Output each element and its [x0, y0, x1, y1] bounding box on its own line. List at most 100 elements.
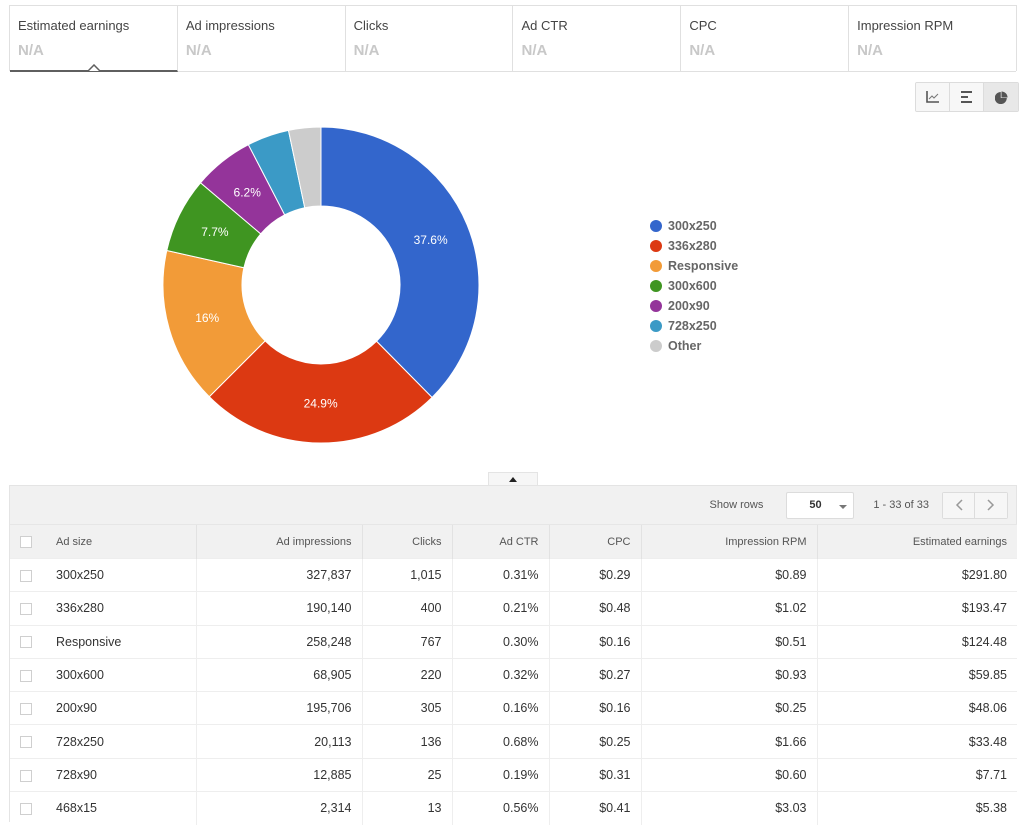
table-row[interactable]: 200x90 195,706 305 0.16% $0.16 $0.25 $48.06 — [10, 691, 1017, 725]
row-checkbox[interactable] — [20, 636, 32, 649]
legend-item[interactable]: Responsive — [650, 256, 738, 276]
active-caret-icon — [88, 64, 100, 72]
column-header-ad-size[interactable]: Ad size — [46, 524, 196, 559]
slice-label: 37.6% — [414, 233, 448, 247]
legend-item[interactable]: 300x250 — [650, 216, 738, 236]
row-select-cell — [10, 557, 46, 592]
metric-value: N/A — [689, 42, 716, 59]
metric-label: Ad impressions — [185, 18, 275, 33]
row-checkbox[interactable] — [20, 603, 32, 616]
metric-value: N/A — [353, 42, 380, 59]
chevron-right-icon — [987, 499, 995, 511]
table-row[interactable]: 728x90 12,885 25 0.19% $0.31 $0.60 $7.71 — [10, 757, 1017, 792]
rows-per-page-select[interactable]: 50 — [786, 491, 855, 519]
table-row[interactable]: 728x250 20,113 136 0.68% $0.25 $1.66 $33.48 — [10, 724, 1017, 759]
bar-chart-button[interactable] — [950, 83, 984, 111]
row-select-cell — [10, 691, 46, 725]
legend-item[interactable]: 336x280 — [650, 236, 738, 256]
cell-estimated-earnings: $193.47 — [816, 591, 1017, 626]
row-select-cell — [10, 624, 46, 659]
slice-label: 7.7% — [201, 225, 229, 239]
cell-ad-size: 336x280 — [46, 591, 196, 626]
legend-swatch — [650, 260, 662, 272]
metric-tab-cpc[interactable]: CPC N/A — [681, 6, 850, 72]
pie-chart-button[interactable] — [984, 83, 1018, 111]
row-select-cell — [10, 591, 46, 626]
table-toolbar: Show rows 50 1 - 33 of 33 — [10, 486, 1016, 524]
metric-tab-ad-ctr[interactable]: Ad CTR N/A — [513, 6, 682, 72]
legend-item[interactable]: Other — [650, 336, 738, 356]
report-table-section: Show rows 50 1 - 33 of 33 Ad size Ad imp… — [9, 485, 1017, 825]
legend-item[interactable]: 728x250 — [650, 316, 738, 336]
column-header-impression-rpm[interactable]: Impression RPM — [640, 524, 817, 559]
cell-ad-ctr: 0.31% — [451, 557, 549, 592]
cell-cpc: $0.16 — [548, 624, 641, 659]
select-all-checkbox[interactable] — [20, 535, 32, 548]
metric-tab-ad-impressions[interactable]: Ad impressions N/A — [177, 6, 346, 72]
metric-label: Impression RPM — [857, 18, 954, 33]
cell-impression-rpm: $1.02 — [640, 591, 817, 626]
row-checkbox[interactable] — [20, 669, 32, 682]
row-checkbox[interactable] — [20, 736, 32, 749]
cell-cpc: $0.48 — [548, 591, 641, 626]
cell-impression-rpm: $0.51 — [640, 624, 817, 659]
cell-ad-impressions: 258,248 — [195, 624, 362, 659]
row-checkbox[interactable] — [20, 703, 32, 716]
column-header-ad-impressions[interactable]: Ad impressions — [195, 524, 362, 559]
row-checkbox[interactable] — [20, 569, 32, 582]
pie-slice-300x250[interactable] — [320, 126, 480, 399]
table-row[interactable]: 300x250 327,837 1,015 0.31% $0.29 $0.89 $291.8… — [10, 557, 1017, 592]
cell-ad-impressions: 327,837 — [195, 557, 362, 592]
cell-impression-rpm: $0.89 — [640, 557, 817, 592]
column-header-clicks[interactable]: Clicks — [361, 524, 452, 559]
show-rows-label: Show rows — [709, 499, 764, 511]
cell-clicks: 305 — [361, 691, 452, 725]
legend-swatch — [650, 320, 662, 332]
cell-ad-impressions: 68,905 — [195, 657, 362, 692]
table-row[interactable]: 336x280 190,140 400 0.21% $0.48 $1.02 $193.47 — [10, 591, 1017, 626]
column-header-estimated-earnings[interactable]: Estimated earnings — [816, 524, 1017, 559]
table-row[interactable]: 300x600 68,905 220 0.32% $0.27 $0.93 $59.85 — [10, 657, 1017, 692]
metric-tab-clicks[interactable]: Clicks N/A — [345, 6, 514, 72]
cell-ad-ctr: 0.16% — [451, 691, 549, 725]
legend-swatch — [650, 340, 662, 352]
table-body: 300x250 327,837 1,015 0.31% $0.29 $0.89 $291.8… — [10, 557, 1017, 825]
cell-cpc: $0.31 — [548, 757, 641, 792]
next-page-button[interactable] — [975, 492, 1007, 518]
legend-item[interactable]: 200x90 — [650, 296, 738, 316]
column-header-cpc[interactable]: CPC — [548, 524, 641, 559]
cell-impression-rpm: $0.93 — [640, 657, 817, 692]
legend-swatch — [650, 280, 662, 292]
legend-label: Other — [668, 339, 702, 353]
previous-page-button[interactable] — [943, 492, 975, 518]
column-header-ad-ctr[interactable]: Ad CTR — [451, 524, 549, 559]
cell-clicks: 13 — [361, 791, 452, 825]
slice-label: 24.9% — [304, 396, 338, 410]
cell-ad-impressions: 20,113 — [195, 724, 362, 759]
metric-label: CPC — [689, 18, 717, 33]
cell-estimated-earnings: $7.71 — [816, 757, 1017, 792]
cell-estimated-earnings: $5.38 — [816, 791, 1017, 825]
row-checkbox[interactable] — [20, 803, 32, 816]
table-row[interactable]: 468x15 2,314 13 0.56% $0.41 $3.03 $5.38 — [10, 791, 1017, 825]
line-chart-button[interactable] — [916, 83, 950, 111]
select-all-cell — [10, 524, 46, 559]
cell-ad-impressions: 190,140 — [195, 591, 362, 626]
metric-tab-estimated-earnings[interactable]: Estimated earnings N/A — [10, 6, 178, 72]
cell-estimated-earnings: $33.48 — [816, 724, 1017, 759]
table-row[interactable]: Responsive 258,248 767 0.30% $0.16 $0.51 $124.… — [10, 624, 1017, 659]
row-select-cell — [10, 657, 46, 692]
metric-tab-impression-rpm[interactable]: Impression RPM N/A — [849, 6, 1016, 72]
metric-value: N/A — [185, 42, 212, 59]
legend-label: 336x280 — [668, 239, 717, 253]
cell-clicks: 400 — [361, 591, 452, 626]
collapse-chart-button[interactable] — [488, 472, 538, 486]
slice-label: 16% — [195, 311, 219, 325]
metric-value: N/A — [857, 42, 883, 59]
cell-ad-size: 728x250 — [46, 724, 196, 759]
legend-item[interactable]: 300x600 — [650, 276, 738, 296]
row-select-cell — [10, 724, 46, 759]
line-chart-icon — [925, 91, 939, 103]
cell-ad-size: 300x600 — [46, 657, 196, 692]
row-checkbox[interactable] — [20, 769, 32, 782]
